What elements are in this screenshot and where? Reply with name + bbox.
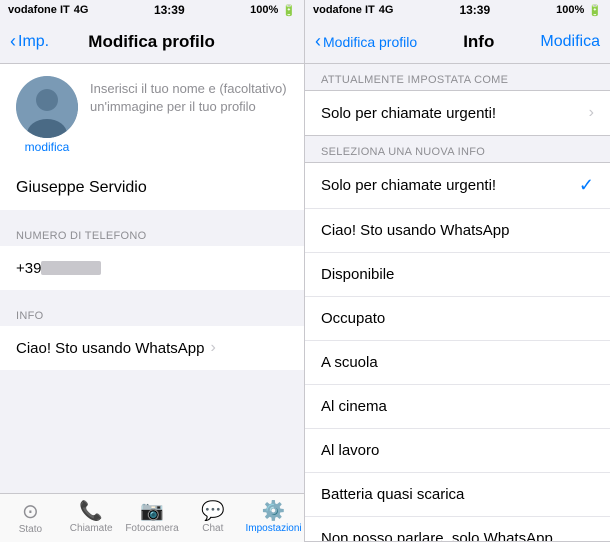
name-item: Giuseppe Servidio bbox=[0, 166, 304, 210]
avatar[interactable] bbox=[16, 76, 78, 138]
left-spacer bbox=[0, 370, 304, 493]
fotocamera-icon: 📷 bbox=[140, 502, 164, 521]
current-info-text: Solo per chiamate urgenti! bbox=[321, 105, 589, 122]
back-button-right[interactable]: ‹ Modifica profilo bbox=[315, 31, 417, 52]
avatar-image bbox=[16, 76, 78, 138]
options-section: Solo per chiamate urgenti! ✓ Ciao! Sto u… bbox=[305, 162, 610, 542]
option-item-4[interactable]: A scuola bbox=[305, 341, 610, 385]
info-section: Ciao! Sto usando WhatsApp › bbox=[0, 326, 304, 370]
option-text-6: Al lavoro bbox=[321, 442, 594, 459]
info-group-header: INFO bbox=[0, 290, 304, 326]
battery-info-right: 100% 🔋 bbox=[556, 4, 602, 17]
chat-icon: 💬 bbox=[201, 502, 225, 521]
status-bar-right: vodafone IT 4G 13:39 100% 🔋 bbox=[305, 0, 610, 20]
new-section-header: SELEZIONA UNA NUOVA INFO bbox=[305, 136, 610, 162]
option-text-1: Ciao! Sto usando WhatsApp bbox=[321, 222, 594, 239]
modifica-button-right[interactable]: Modifica bbox=[540, 33, 600, 51]
tab-chat-label: Chat bbox=[202, 523, 223, 534]
name-section: Giuseppe Servidio bbox=[0, 166, 304, 210]
back-chevron-left: ‹ bbox=[10, 31, 16, 52]
info-item[interactable]: Ciao! Sto usando WhatsApp › bbox=[0, 326, 304, 370]
tab-chiamate[interactable]: 📞 Chiamate bbox=[61, 498, 122, 538]
impostazioni-icon: ⚙️ bbox=[262, 502, 286, 521]
phone-item: +39 bbox=[0, 246, 304, 290]
option-item-5[interactable]: Al cinema bbox=[305, 385, 610, 429]
battery-info-left: 100% 🔋 bbox=[250, 4, 296, 17]
checkmark-icon-0: ✓ bbox=[579, 175, 594, 196]
option-item-1[interactable]: Ciao! Sto usando WhatsApp bbox=[305, 209, 610, 253]
left-panel: vodafone IT 4G 13:39 100% 🔋 ‹ Imp. Modif… bbox=[0, 0, 305, 542]
nav-bar-left: ‹ Imp. Modifica profilo bbox=[0, 20, 304, 64]
stato-icon: ⊙ bbox=[22, 502, 39, 522]
phone-section: +39 bbox=[0, 246, 304, 290]
option-text-2: Disponibile bbox=[321, 266, 594, 283]
battery-icon-right: 🔋 bbox=[588, 4, 602, 17]
carrier-name-left: vodafone IT bbox=[8, 4, 70, 16]
tab-bar: ⊙ Stato 📞 Chiamate 📷 Fotocamera 💬 Chat ⚙… bbox=[0, 493, 304, 542]
battery-icon-left: 🔋 bbox=[282, 4, 296, 17]
profile-section: modifica Inserisci il tuo nome e (facolt… bbox=[0, 64, 304, 166]
option-item-6[interactable]: Al lavoro bbox=[305, 429, 610, 473]
page-title-right: Info bbox=[463, 32, 494, 52]
option-item-7[interactable]: Batteria quasi scarica bbox=[305, 473, 610, 517]
battery-level-left: 100% bbox=[250, 4, 278, 16]
option-item-2[interactable]: Disponibile bbox=[305, 253, 610, 297]
option-text-8: Non posso parlare, solo WhatsApp bbox=[321, 530, 594, 542]
carrier-name-right: vodafone IT bbox=[313, 4, 375, 16]
tab-impostazioni[interactable]: ⚙️ Impostazioni bbox=[243, 498, 304, 538]
time-left: 13:39 bbox=[154, 3, 185, 17]
network-type-left: 4G bbox=[74, 4, 89, 16]
back-chevron-right: ‹ bbox=[315, 31, 321, 52]
info-section-label: INFO bbox=[16, 310, 43, 322]
phone-section-label: NUMERO DI TELEFONO bbox=[16, 230, 147, 242]
page-title-left: Modifica profilo bbox=[88, 32, 215, 52]
tab-chiamate-label: Chiamate bbox=[70, 523, 113, 534]
option-text-7: Batteria quasi scarica bbox=[321, 486, 594, 503]
back-label-left: Imp. bbox=[18, 33, 49, 51]
tab-fotocamera-label: Fotocamera bbox=[125, 523, 178, 534]
option-text-4: A scuola bbox=[321, 354, 594, 371]
option-item-8[interactable]: Non posso parlare, solo WhatsApp bbox=[305, 517, 610, 542]
current-info-item[interactable]: Solo per chiamate urgenti! › bbox=[305, 91, 610, 135]
tab-chat[interactable]: 💬 Chat bbox=[182, 498, 243, 538]
tab-stato[interactable]: ⊙ Stato bbox=[0, 498, 61, 539]
phone-number-blurred bbox=[41, 261, 101, 275]
option-item-0[interactable]: Solo per chiamate urgenti! ✓ bbox=[305, 163, 610, 209]
tab-stato-label: Stato bbox=[19, 524, 42, 535]
info-value: Ciao! Sto usando WhatsApp bbox=[16, 340, 204, 357]
avatar-container: modifica bbox=[16, 76, 78, 154]
back-button-left[interactable]: ‹ Imp. bbox=[10, 31, 49, 52]
option-text-5: Al cinema bbox=[321, 398, 594, 415]
chiamate-icon: 📞 bbox=[79, 502, 103, 521]
modifica-link[interactable]: modifica bbox=[25, 140, 70, 154]
status-bar-left: vodafone IT 4G 13:39 100% 🔋 bbox=[0, 0, 304, 20]
tab-impostazioni-label: Impostazioni bbox=[246, 523, 302, 534]
info-arrow-icon: › bbox=[210, 339, 215, 357]
current-info-section: Solo per chiamate urgenti! › bbox=[305, 90, 610, 136]
option-text-3: Occupato bbox=[321, 310, 594, 327]
profile-instruction: Inserisci il tuo nome e (facoltativo) un… bbox=[90, 76, 288, 116]
battery-level-right: 100% bbox=[556, 4, 584, 16]
right-panel: vodafone IT 4G 13:39 100% 🔋 ‹ Modifica p… bbox=[305, 0, 610, 542]
tab-fotocamera[interactable]: 📷 Fotocamera bbox=[122, 498, 183, 538]
option-text-0: Solo per chiamate urgenti! bbox=[321, 177, 579, 194]
current-section-header: ATTUALMENTE IMPOSTATA COME bbox=[305, 64, 610, 90]
user-name: Giuseppe Servidio bbox=[16, 179, 147, 197]
time-right: 13:39 bbox=[459, 3, 490, 17]
back-label-right: Modifica profilo bbox=[323, 34, 417, 50]
carrier-info-left: vodafone IT 4G bbox=[8, 4, 88, 16]
option-item-3[interactable]: Occupato bbox=[305, 297, 610, 341]
network-type-right: 4G bbox=[379, 4, 394, 16]
phone-value: +39 bbox=[16, 260, 41, 277]
nav-bar-right: ‹ Modifica profilo Info Modifica bbox=[305, 20, 610, 64]
current-info-arrow-icon: › bbox=[589, 104, 594, 122]
phone-group-header: NUMERO DI TELEFONO bbox=[0, 210, 304, 246]
carrier-info-right: vodafone IT 4G bbox=[313, 4, 393, 16]
